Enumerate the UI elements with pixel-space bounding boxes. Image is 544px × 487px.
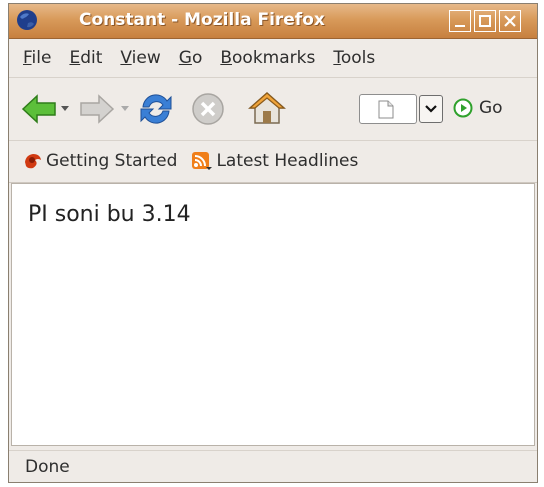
menu-tools-label: ools (340, 48, 376, 68)
menu-file[interactable]: File (23, 48, 51, 68)
menu-bookmarks-mnemonic: B (220, 48, 233, 68)
menu-file-label: ile (31, 48, 52, 68)
maximize-button[interactable] (474, 10, 496, 32)
menu-go-label: o (191, 48, 203, 68)
bookmark-getting-started[interactable]: Getting Started (23, 151, 177, 171)
navigation-toolbar: Go (9, 77, 537, 141)
go-icon (453, 98, 473, 118)
menu-edit-mnemonic: E (69, 48, 81, 68)
menu-view-mnemonic: V (120, 48, 132, 68)
minimize-icon (455, 25, 465, 27)
title-bar[interactable]: Constant - Mozilla Firefox (9, 4, 537, 39)
menu-go[interactable]: Go (179, 48, 203, 68)
bookmark-label: Latest Headlines (216, 151, 359, 171)
bookmark-label: Getting Started (46, 151, 178, 171)
forward-arrow-icon[interactable] (79, 93, 115, 125)
page-content: PI soni bu 3.14 (11, 183, 535, 446)
forward-dropdown-icon[interactable] (121, 106, 129, 112)
bookmarks-toolbar: Getting Started Latest Headlines (9, 140, 537, 183)
back-dropdown-icon[interactable] (61, 106, 69, 112)
menu-view-label: iew (131, 48, 161, 68)
status-bar: Done (9, 450, 537, 482)
page-body-text: PI soni bu 3.14 (28, 202, 191, 227)
back-arrow-icon[interactable] (21, 93, 57, 125)
menu-bar: File Edit View Go Bookmarks Tools (9, 40, 537, 76)
bookmark-latest-headlines[interactable]: Latest Headlines (191, 151, 358, 171)
reload-icon[interactable] (137, 90, 175, 128)
menu-bookmarks-label: ookmarks (232, 48, 316, 68)
browser-window: Constant - Mozilla Firefox File Edit Vie… (8, 3, 538, 483)
page-icon (378, 100, 394, 119)
menu-edit-label: dit (80, 48, 103, 68)
window-title: Constant - Mozilla Firefox (79, 10, 325, 30)
close-icon (504, 15, 516, 27)
menu-edit[interactable]: Edit (69, 48, 102, 68)
dropdown-icon (425, 105, 437, 113)
status-text: Done (25, 457, 70, 477)
url-field[interactable] (359, 94, 417, 124)
menu-tools-mnemonic: T (333, 48, 341, 68)
menu-bookmarks[interactable]: Bookmarks (220, 48, 315, 68)
go-label: Go (479, 98, 503, 118)
url-dropdown-button[interactable] (419, 95, 443, 123)
firefox-globe-icon (17, 10, 37, 30)
firefox-bookmark-icon (25, 154, 41, 169)
go-button[interactable]: Go (453, 98, 503, 118)
menu-go-mnemonic: G (178, 48, 192, 68)
stop-icon[interactable] (191, 92, 225, 126)
close-button[interactable] (499, 10, 521, 32)
menu-view[interactable]: View (120, 48, 160, 68)
minimize-button[interactable] (449, 10, 471, 32)
menu-file-mnemonic: F (23, 48, 32, 68)
home-icon[interactable] (247, 90, 287, 126)
maximize-icon (479, 15, 491, 27)
rss-feed-icon (192, 152, 213, 170)
menu-tools[interactable]: Tools (333, 48, 375, 68)
